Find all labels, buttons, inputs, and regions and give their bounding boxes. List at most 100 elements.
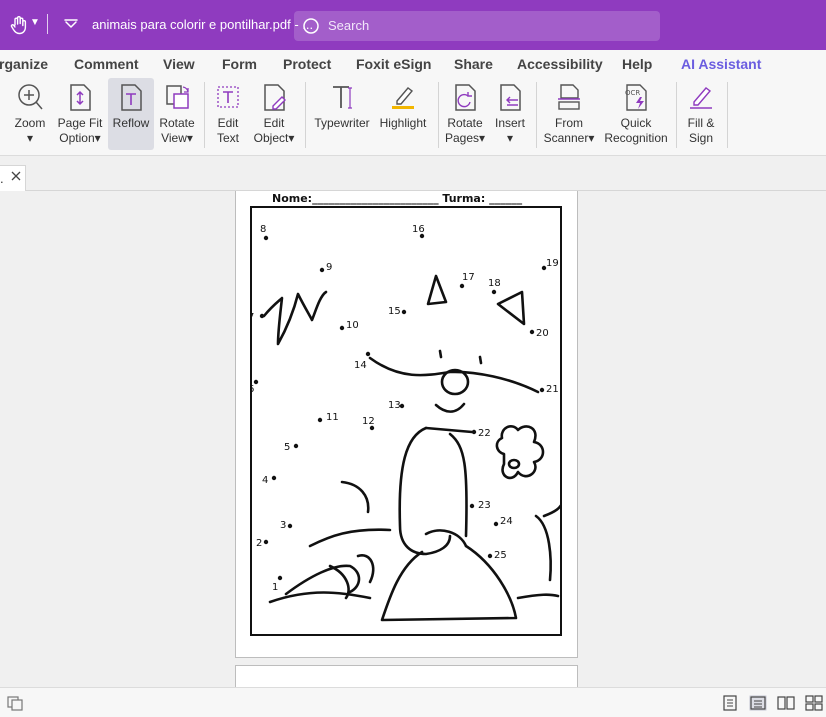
dot-label: 4: [262, 475, 268, 486]
ribbon-separator: [204, 82, 205, 148]
ribbon-separator: [438, 82, 439, 148]
facing-view-icon[interactable]: [777, 695, 795, 711]
dot-label: 9: [326, 262, 332, 273]
document-canvas[interactable]: Nome:_______________________ Turma: ____…: [0, 191, 826, 687]
dot-label: 22: [478, 428, 491, 439]
dot-label: 5: [284, 442, 290, 453]
edit-object-icon: [264, 84, 286, 111]
hand-tool-icon[interactable]: [8, 14, 30, 36]
zoom-dropdown-icon: ▾: [26, 131, 34, 145]
edit-text-button[interactable]: Edit Text: [210, 78, 246, 150]
rotate-pages-dropdown-icon: ▾: [479, 131, 486, 145]
highlight-button[interactable]: Highlight: [374, 78, 432, 150]
tab-foxit-esign[interactable]: Foxit eSign: [356, 56, 431, 72]
search-box[interactable]: Search: [294, 11, 660, 41]
from-scanner-button[interactable]: From Scanner▾: [542, 78, 596, 150]
quick-recognition-button[interactable]: OCR Quick Recognition: [600, 78, 672, 150]
dot-label: 3: [280, 520, 286, 531]
page-fit-label-line2: Option: [59, 131, 95, 145]
edit-text-label-line1: Edit: [217, 116, 239, 130]
insert-button[interactable]: Insert ▾: [490, 78, 530, 150]
customize-dropdown-icon[interactable]: [63, 16, 79, 32]
pdf-page: Nome:_______________________ Turma: ____…: [235, 191, 578, 658]
page-fit-label-line1: Page Fit: [57, 116, 103, 130]
reflow-button[interactable]: Reflow: [108, 78, 154, 150]
pen-sign-icon: [690, 87, 712, 109]
search-icon: [303, 18, 319, 34]
zoom-label: Zoom: [14, 116, 46, 130]
document-title: animais para colorir e pontilhar.pdf - .…: [92, 17, 314, 32]
from-scanner-label-line2: Scanner: [543, 131, 589, 145]
edit-object-dropdown-icon: ▾: [288, 131, 295, 145]
insert-dropdown-icon: ▾: [506, 131, 514, 145]
tab-share[interactable]: Share: [454, 56, 493, 72]
quick-recognition-label-line1: Quick: [620, 116, 652, 130]
rotate-view-icon: [166, 85, 189, 109]
edit-object-label-line1: Edit: [263, 116, 285, 130]
document-tab-bar: .: [0, 157, 826, 191]
continuous-view-icon[interactable]: [749, 695, 767, 711]
edit-text-label-line2: Text: [216, 131, 239, 145]
typewriter-icon: [333, 86, 352, 109]
tab-view[interactable]: View: [163, 56, 195, 72]
single-page-view-icon[interactable]: [721, 695, 739, 711]
tab-ai-assistant[interactable]: AI Assistant: [681, 56, 761, 72]
document-tab[interactable]: .: [0, 165, 26, 191]
dot-label: 2: [256, 538, 262, 549]
dot-label: 18: [488, 278, 501, 289]
rotate-pages-label-line2: Pages: [444, 131, 479, 145]
worksheet-header: Nome:_______________________ Turma: ____…: [272, 192, 523, 205]
tab-comment[interactable]: Comment: [74, 56, 139, 72]
hand-tool-dropdown-icon[interactable]: ▼: [30, 17, 40, 28]
tab-protect[interactable]: Protect: [283, 56, 331, 72]
from-scanner-dropdown-icon: ▾: [588, 131, 595, 145]
edit-object-button[interactable]: Edit Object▾: [250, 78, 298, 150]
edit-object-label-line2: Object: [253, 131, 289, 145]
page-thumbnail-icon[interactable]: [6, 695, 24, 711]
fill-and-sign-button[interactable]: Fill & Sign: [680, 78, 722, 150]
ocr-icon: OCR: [625, 84, 647, 111]
ribbon-toolbar: Zoom ▾ Page Fit Option▾ Reflow Rotate View▾…: [0, 78, 826, 156]
tab-accessibility[interactable]: Accessibility: [517, 56, 603, 72]
reflow-label: Reflow: [112, 116, 150, 130]
scanner-icon: [558, 84, 580, 110]
fill-sign-label-line1: Fill &: [687, 116, 715, 130]
dot-label: 17: [462, 272, 475, 283]
page-fit-option-button[interactable]: Page Fit Option▾: [56, 78, 104, 150]
page-fit-dropdown-icon: ▾: [94, 131, 101, 145]
dot-label: 20: [536, 328, 549, 339]
ribbon-separator: [536, 82, 537, 148]
document-tab-label: .: [0, 171, 4, 186]
tab-organize[interactable]: rganize: [0, 56, 48, 72]
zoom-button[interactable]: Zoom ▾: [8, 78, 52, 150]
rotate-view-button[interactable]: Rotate View▾: [156, 78, 198, 150]
dot-label: 21: [546, 384, 559, 395]
insert-page-icon: [500, 84, 521, 111]
dot-label: 12: [362, 416, 375, 427]
rotate-pages-button[interactable]: Rotate Pages▾: [444, 78, 486, 150]
rotate-view-label-line1: Rotate: [159, 116, 195, 130]
dot-label: 11: [326, 412, 339, 423]
status-bar: [0, 687, 826, 717]
typewriter-button[interactable]: Typewriter: [312, 78, 372, 150]
continuous-facing-view-icon[interactable]: [805, 695, 823, 711]
highlight-label: Highlight: [379, 116, 427, 130]
reflow-icon: [121, 84, 142, 111]
zoom-in-icon: [18, 84, 43, 110]
dot-label: 24: [500, 516, 513, 527]
title-bar: ▼ animais para colorir e pontilhar.pdf -…: [0, 0, 826, 50]
ribbon-separator: [676, 82, 677, 148]
typewriter-label: Typewriter: [314, 116, 370, 130]
pdf-page-next: [235, 665, 578, 687]
tab-form[interactable]: Form: [222, 56, 257, 72]
fill-sign-label-line2: Sign: [688, 131, 714, 145]
dot-label: 1: [272, 582, 278, 593]
close-icon[interactable]: [10, 170, 22, 182]
dot-label: 6: [250, 384, 254, 395]
edit-text-icon: [217, 86, 239, 108]
rotate-view-dropdown-icon: ▾: [186, 131, 193, 145]
tab-help[interactable]: Help: [622, 56, 652, 72]
rotate-pages-label-line1: Rotate: [447, 116, 483, 130]
insert-label: Insert: [494, 116, 525, 130]
dot-label: 7: [250, 312, 254, 323]
